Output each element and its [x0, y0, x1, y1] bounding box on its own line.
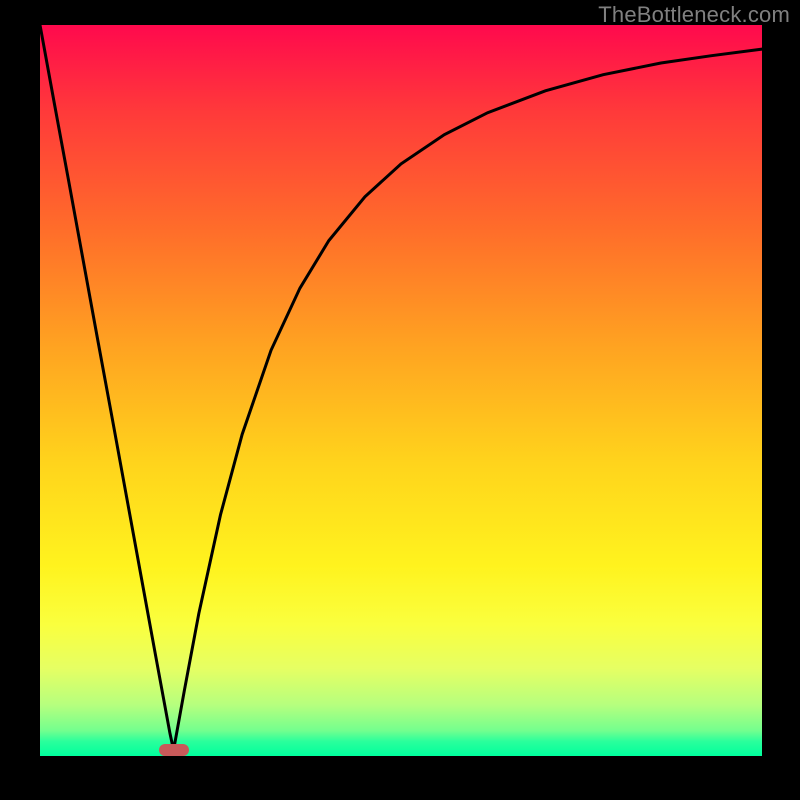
optimal-marker	[159, 744, 189, 756]
right-branch	[174, 49, 762, 750]
bottleneck-curve	[40, 25, 762, 756]
watermark-text: TheBottleneck.com	[598, 2, 790, 28]
left-branch	[40, 25, 174, 750]
